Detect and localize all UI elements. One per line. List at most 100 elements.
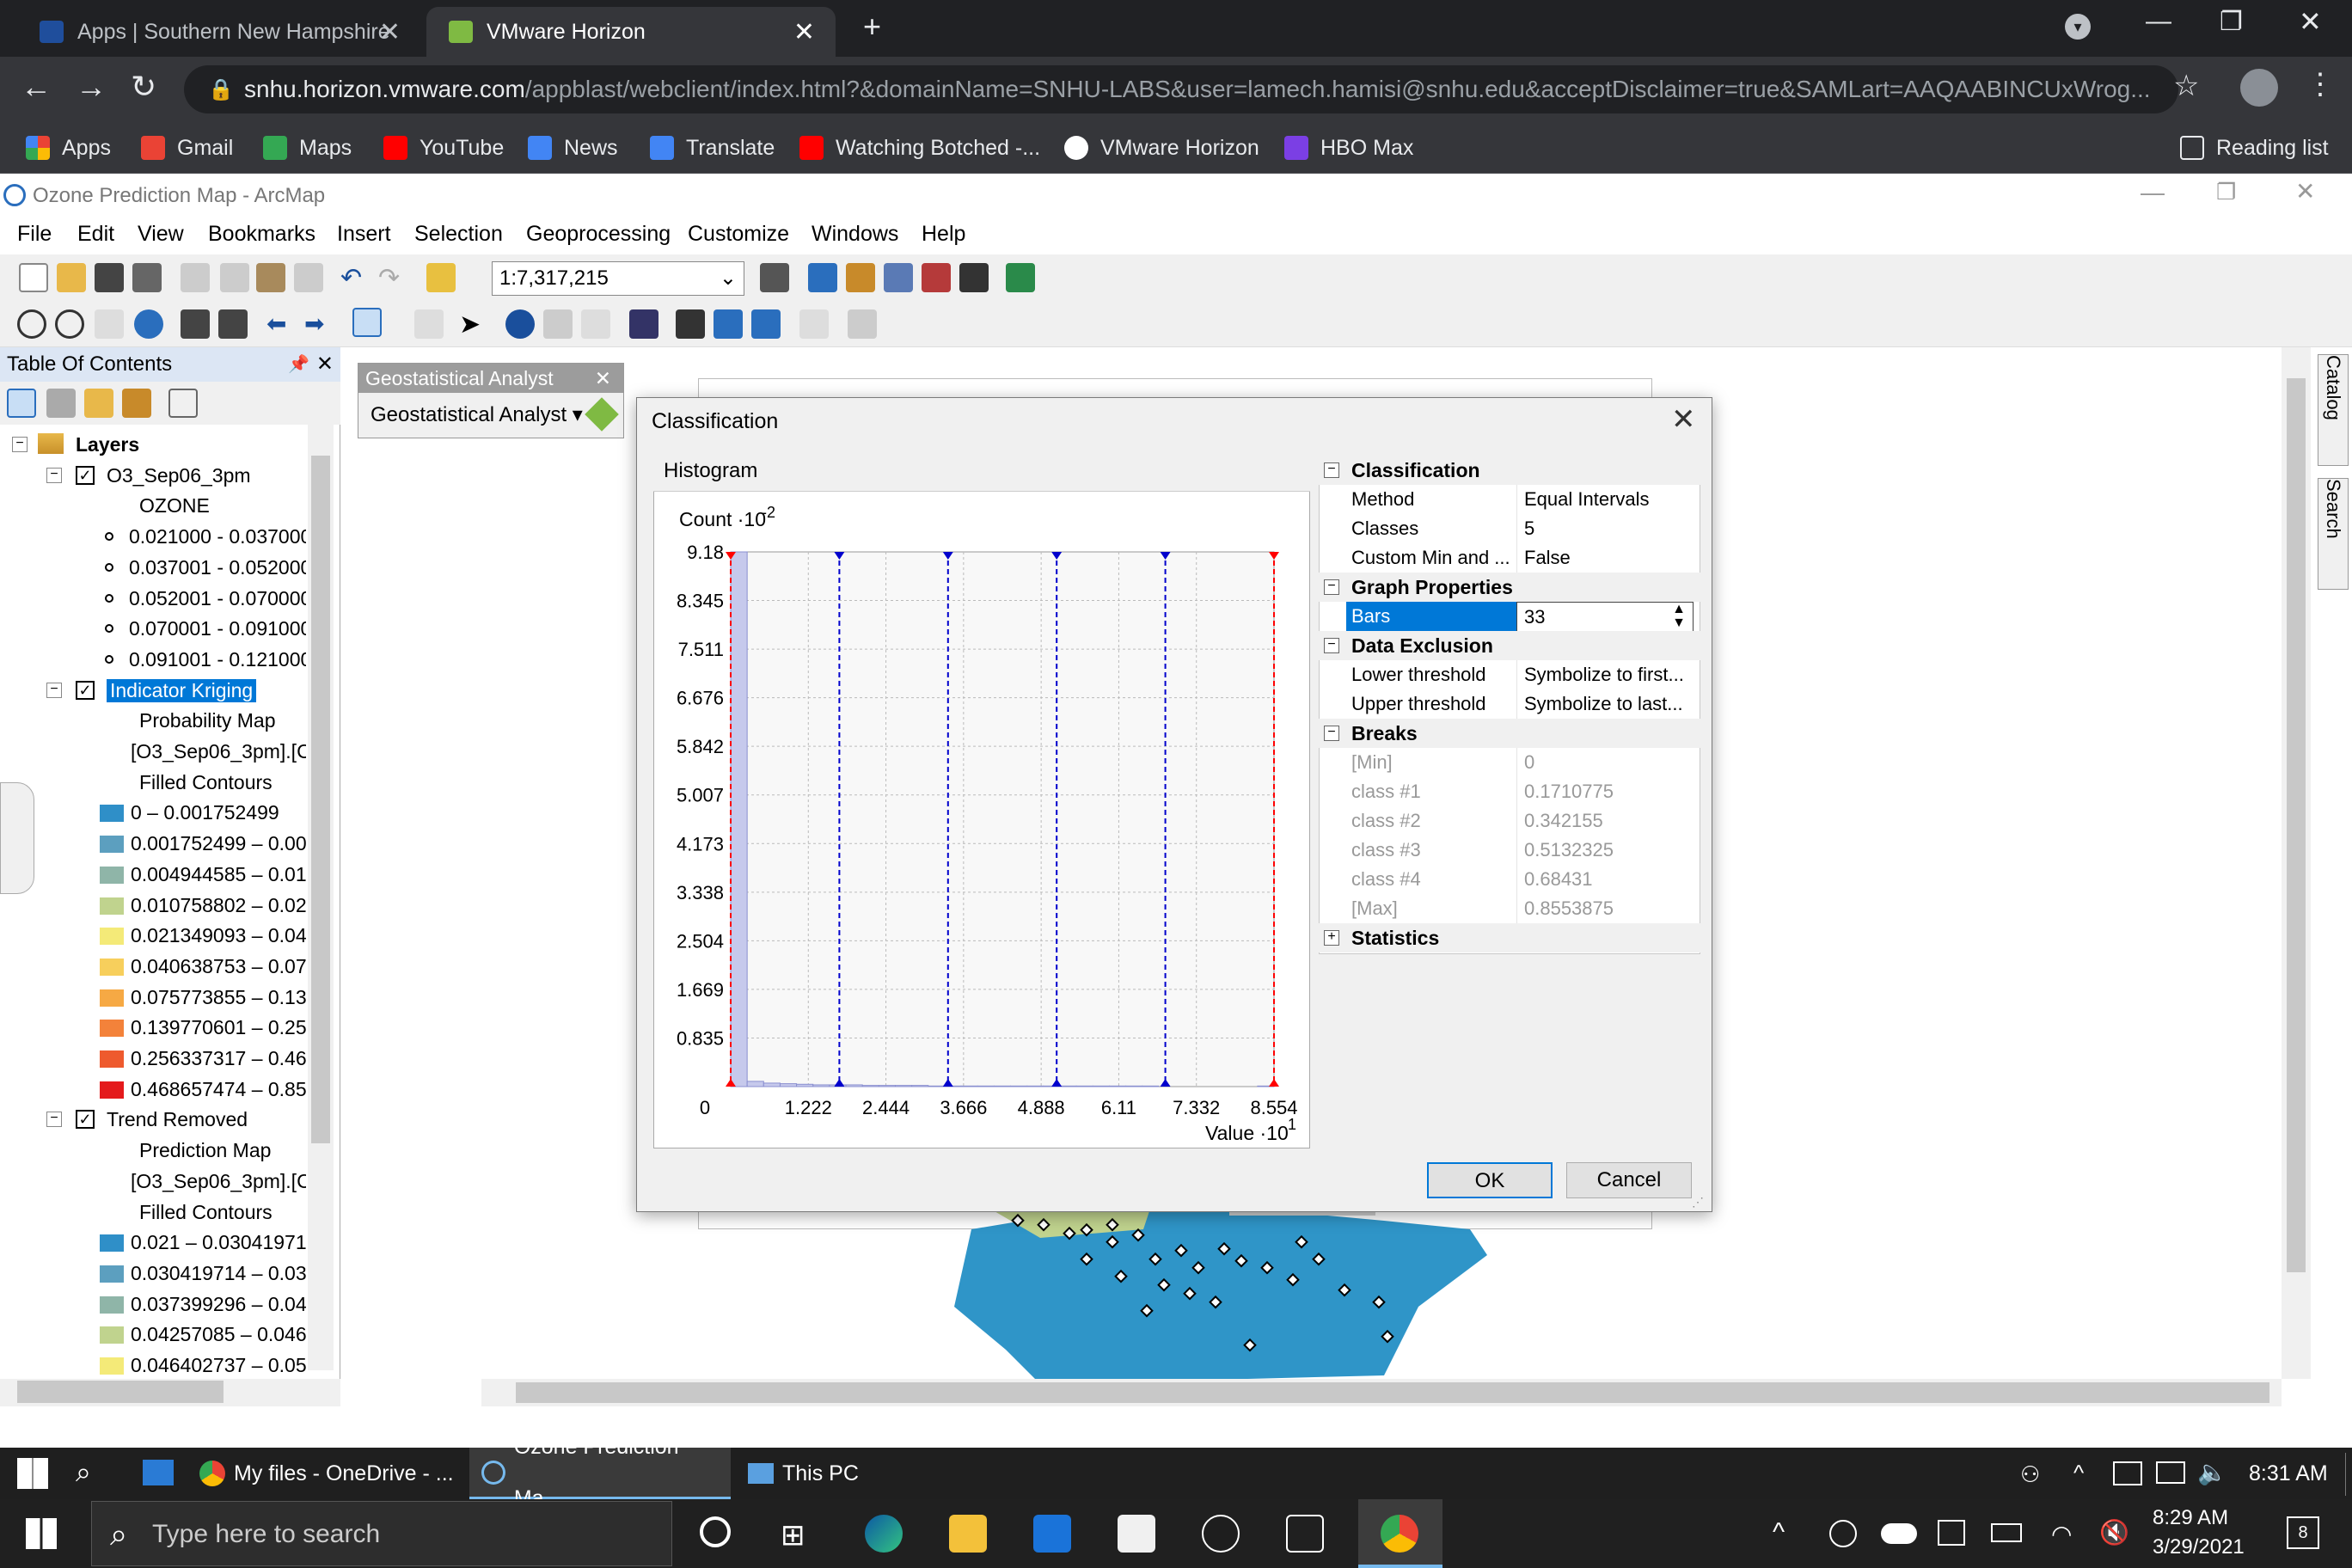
toc-legend-class[interactable]: 0.021 – 0.030419714 bbox=[0, 1228, 306, 1259]
collapse-icon[interactable]: − bbox=[1324, 579, 1339, 595]
cancel-button[interactable]: Cancel bbox=[1566, 1162, 1692, 1198]
new-tab-icon[interactable]: + bbox=[863, 9, 881, 45]
property-value[interactable]: Equal Intervals bbox=[1516, 485, 1694, 514]
close-window-icon[interactable]: ✕ bbox=[2299, 5, 2322, 38]
forward-icon[interactable]: → bbox=[76, 69, 107, 105]
action-center-icon[interactable]: 8 bbox=[2287, 1516, 2319, 1549]
toc-legend-heading[interactable]: Probability Map bbox=[0, 706, 306, 737]
reload-icon[interactable]: ↻ bbox=[131, 69, 156, 105]
select-features-icon[interactable] bbox=[352, 308, 382, 337]
store-icon[interactable] bbox=[1118, 1515, 1155, 1553]
show-desktop-button[interactable] bbox=[2345, 1453, 2352, 1496]
toc-legend-heading[interactable]: Prediction Map bbox=[0, 1136, 306, 1167]
show-hidden-icons-icon[interactable]: ^ bbox=[2073, 1460, 2084, 1486]
find-route-icon[interactable] bbox=[714, 309, 743, 339]
list-by-source-icon[interactable] bbox=[46, 389, 76, 418]
toc-legend-class[interactable]: 0.037399296 – 0.042 bbox=[0, 1289, 306, 1320]
arctoolbox-icon[interactable] bbox=[922, 263, 951, 292]
category-graph-properties[interactable]: − Graph Properties bbox=[1319, 573, 1700, 602]
people-icon[interactable]: ⚇ bbox=[2020, 1461, 2040, 1488]
layer-name[interactable]: Trend Removed bbox=[107, 1108, 248, 1131]
notification-app-icon[interactable] bbox=[2113, 1461, 2142, 1485]
back-icon[interactable]: ← bbox=[21, 69, 52, 105]
clear-selection-icon[interactable] bbox=[414, 309, 444, 339]
toolbar-close-icon[interactable]: ✕ bbox=[595, 364, 611, 393]
measure-icon[interactable] bbox=[629, 309, 658, 339]
collapse-icon[interactable]: − bbox=[12, 437, 28, 452]
copy-icon[interactable] bbox=[220, 263, 249, 292]
bookmark-botched[interactable]: Watching Botched -... bbox=[799, 129, 1040, 167]
break-row[interactable]: class #4 0.68431 bbox=[1319, 865, 1700, 894]
geostat-menu[interactable]: Geostatistical Analyst ▾ bbox=[358, 393, 623, 438]
mail-icon[interactable] bbox=[143, 1460, 174, 1485]
break-row[interactable]: [Min] 0 bbox=[1319, 748, 1700, 777]
windows-start-icon[interactable] bbox=[17, 1458, 48, 1489]
battery-icon[interactable] bbox=[1991, 1523, 2022, 1542]
pin-icon[interactable]: 📌 bbox=[288, 347, 309, 382]
list-by-drawing-order-icon[interactable] bbox=[7, 389, 36, 418]
bars-spinner[interactable]: 33 ▲ ▼ bbox=[1516, 602, 1694, 633]
toc-layer[interactable]: − ✓ Indicator Kriging bbox=[0, 676, 306, 707]
toc-legend-class[interactable]: 0.070001 - 0.091000 bbox=[0, 614, 306, 645]
bookmark-hbo[interactable]: HBO Max bbox=[1284, 129, 1413, 167]
view-switch-buttons[interactable] bbox=[351, 1381, 471, 1405]
layer-name[interactable]: Indicator Kriging bbox=[107, 678, 257, 702]
editor-toolbar-icon[interactable] bbox=[760, 263, 789, 292]
layer-name[interactable]: O3_Sep06_3pm bbox=[107, 464, 251, 487]
create-viewer-icon[interactable] bbox=[848, 309, 877, 339]
close-tab-icon[interactable]: ✕ bbox=[793, 17, 815, 47]
resize-grip-icon[interactable]: ⋰ bbox=[1692, 1195, 1704, 1210]
dialog-close-icon[interactable]: ✕ bbox=[1671, 402, 1696, 437]
remote-clock[interactable]: 8:31 AM bbox=[2249, 1461, 2328, 1486]
mail-app-icon[interactable] bbox=[1033, 1515, 1071, 1553]
close-tab-icon[interactable]: ✕ bbox=[379, 17, 401, 47]
cut-icon[interactable] bbox=[181, 263, 210, 292]
html-popup-icon[interactable] bbox=[581, 309, 610, 339]
edge-icon[interactable] bbox=[865, 1515, 903, 1553]
property-value[interactable]: Symbolize to last... bbox=[1516, 689, 1694, 719]
menu-help[interactable]: Help bbox=[922, 222, 965, 247]
menu-edit[interactable]: Edit bbox=[77, 222, 114, 247]
layer-visibility-checkbox[interactable]: ✓ bbox=[76, 465, 95, 485]
reading-list[interactable]: Reading list bbox=[2180, 129, 2329, 167]
meet-now-icon[interactable] bbox=[1829, 1520, 1857, 1547]
toc-legend-heading[interactable]: Filled Contours bbox=[0, 1197, 306, 1228]
toc-legend-class[interactable]: 0.139770601 – 0.256 bbox=[0, 1013, 306, 1044]
toc-legend-class[interactable]: 0.052001 - 0.070000 bbox=[0, 584, 306, 615]
host-volume-icon[interactable]: 🔇 bbox=[2099, 1518, 2129, 1547]
list-by-selection-icon[interactable] bbox=[122, 389, 151, 418]
property-value[interactable]: 5 bbox=[1516, 514, 1694, 543]
menu-windows[interactable]: Windows bbox=[812, 222, 898, 247]
collapse-icon[interactable]: − bbox=[46, 1112, 62, 1128]
category-classification[interactable]: − Classification bbox=[1319, 456, 1700, 485]
toc-legend-heading[interactable]: [O3_Sep06_3pm].[C bbox=[0, 1167, 306, 1197]
zoom-in-icon[interactable] bbox=[17, 309, 46, 339]
map-hscroll-thumb[interactable] bbox=[516, 1382, 2269, 1403]
search-window-icon[interactable] bbox=[884, 263, 913, 292]
arc-restore-icon[interactable]: ❐ bbox=[2216, 179, 2236, 205]
toc-legend-class[interactable]: 0.091001 - 0.121000 bbox=[0, 645, 306, 676]
property-classes[interactable]: Classes 5 bbox=[1319, 514, 1700, 543]
toc-legend-class[interactable]: 0.010758802 – 0.021 bbox=[0, 891, 306, 922]
arc-minimize-icon[interactable]: — bbox=[2141, 179, 2165, 206]
toc-legend-class[interactable]: 0.046402737 – 0.051 bbox=[0, 1351, 306, 1381]
network-icon[interactable] bbox=[2156, 1461, 2185, 1484]
profile-avatar[interactable] bbox=[2240, 69, 2278, 107]
browser-tab-vmware[interactable]: VMware Horizon ✕ bbox=[426, 7, 836, 57]
toc-legend-heading[interactable]: OZONE bbox=[0, 491, 306, 522]
connect-icon[interactable] bbox=[1286, 1515, 1324, 1553]
bookmark-translate[interactable]: Translate bbox=[650, 129, 775, 167]
next-extent-icon[interactable]: ➡ bbox=[304, 309, 334, 339]
select-elements-icon[interactable]: ➤ bbox=[459, 309, 488, 339]
hyperlink-icon[interactable] bbox=[543, 309, 573, 339]
bookmark-news[interactable]: News bbox=[528, 129, 618, 167]
toc-legend-heading[interactable]: [O3_Sep06_3pm].[C bbox=[0, 737, 306, 768]
property-bars[interactable]: Bars 33 ▲ ▼ bbox=[1319, 602, 1700, 633]
toc-legend-class[interactable]: 0.001752499 – 0.004 bbox=[0, 829, 306, 860]
menu-insert[interactable]: Insert bbox=[337, 222, 391, 247]
toc-legend-heading[interactable]: Filled Contours bbox=[0, 768, 306, 799]
property-value[interactable]: Symbolize to first... bbox=[1516, 660, 1694, 689]
taskbar-item-thispc[interactable]: This PC bbox=[748, 1448, 920, 1499]
collapse-icon[interactable]: − bbox=[46, 682, 62, 698]
fixed-zoom-out-icon[interactable] bbox=[218, 309, 248, 339]
